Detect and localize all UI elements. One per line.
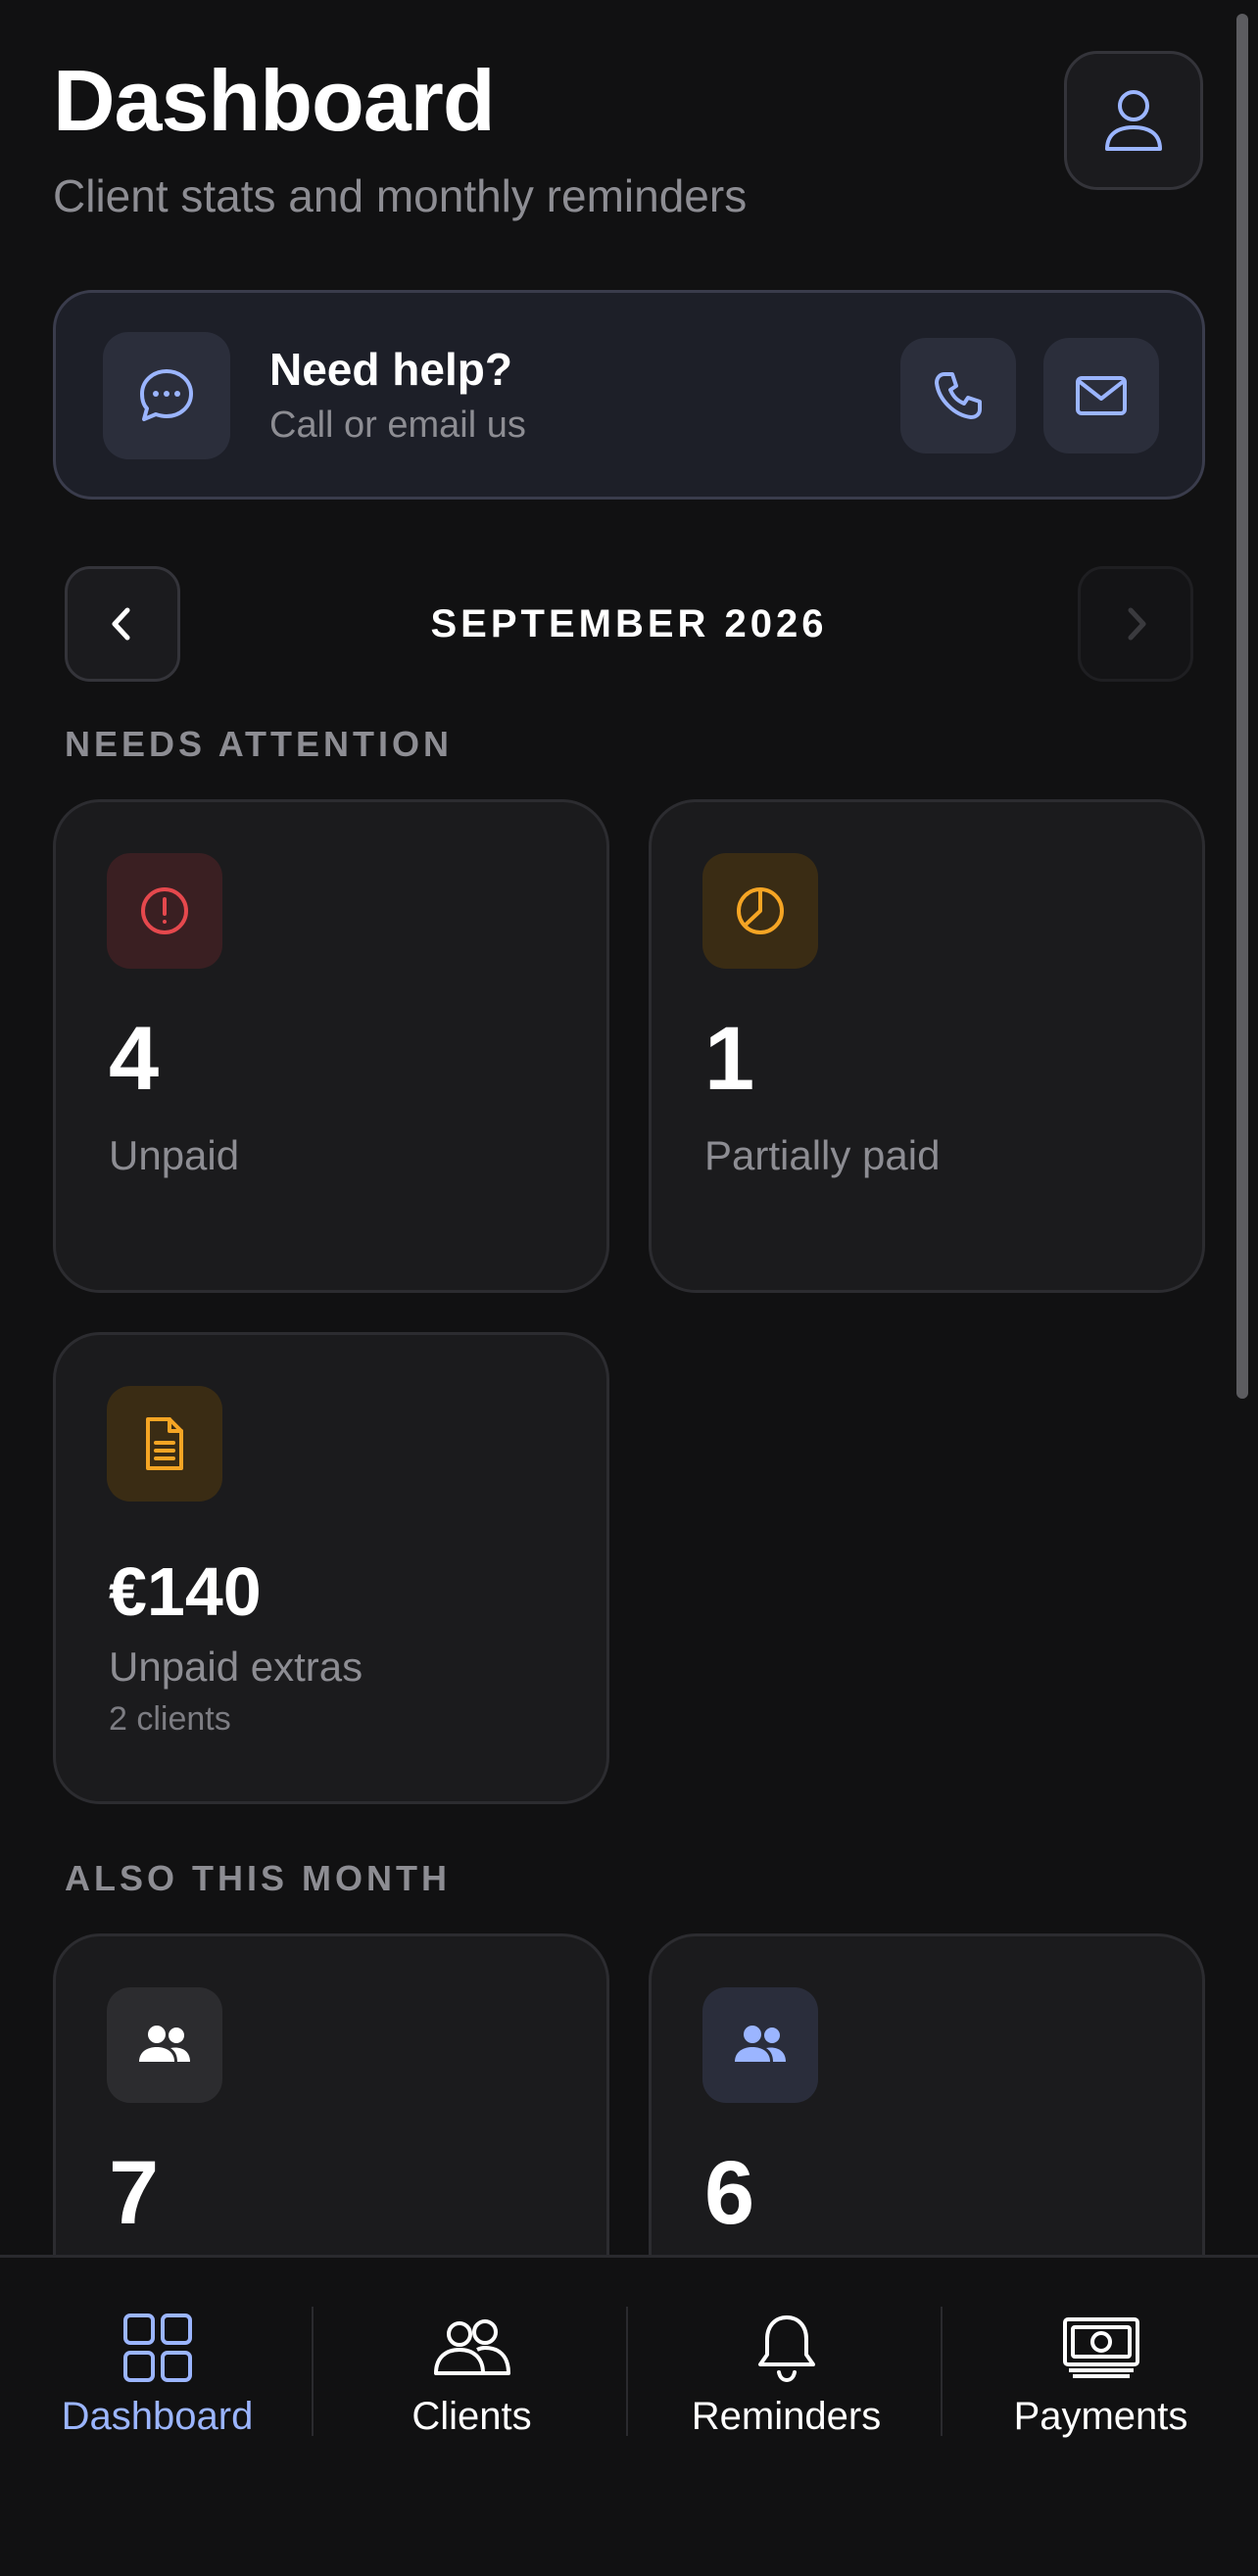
help-card: Need help? Call or email us [53, 290, 1205, 500]
tab-dashboard[interactable]: Dashboard [0, 2258, 314, 2473]
stat-card-unpaid-extras[interactable]: €140 Unpaid extras 2 clients [53, 1332, 609, 1804]
stat-value: 7 [109, 2143, 160, 2243]
user-icon [1105, 90, 1162, 151]
tab-clients[interactable]: Clients [314, 2258, 629, 2473]
mail-icon [1076, 376, 1127, 415]
stat-value: 1 [704, 1009, 755, 1109]
tab-icon-wrap [629, 2309, 944, 2387]
dashboard-screen: Dashboard Client stats and monthly remin… [0, 0, 1258, 2576]
help-icon-box [103, 332, 230, 459]
chevron-right-icon [1128, 607, 1146, 641]
scrollbar[interactable] [1236, 14, 1248, 1399]
call-button[interactable] [900, 338, 1016, 453]
bell-icon [757, 2315, 815, 2382]
phone-icon [935, 372, 982, 419]
profile-button[interactable] [1064, 51, 1203, 190]
pie-chart-icon [737, 887, 784, 934]
stat-icon-box [702, 1987, 818, 2103]
stat-icon-box [107, 1987, 222, 2103]
section-label-also-this-month: ALSO THIS MONTH [65, 1858, 451, 1898]
grid-icon [122, 2314, 192, 2382]
tab-divider [941, 2307, 943, 2436]
stat-label: Unpaid extras [109, 1644, 363, 1690]
stat-card-partially-paid[interactable]: 1 Partially paid [649, 799, 1205, 1293]
help-subtitle: Call or email us [269, 405, 526, 446]
chat-bubble-icon [140, 369, 193, 421]
users-icon [735, 2026, 786, 2062]
tab-label: Reminders [691, 2395, 882, 2438]
help-title: Need help? [269, 344, 512, 395]
next-month-button[interactable] [1078, 566, 1193, 682]
stat-icon-box [107, 1386, 222, 1502]
month-label: SEPTEMBER 2026 [430, 602, 828, 645]
stat-card-unpaid[interactable]: 4 Unpaid [53, 799, 609, 1293]
users-icon [139, 2026, 190, 2062]
tab-reminders[interactable]: Reminders [629, 2258, 944, 2473]
stat-value: 6 [704, 2143, 755, 2243]
page-subtitle: Client stats and monthly reminders [53, 170, 748, 221]
tab-icon-wrap [314, 2309, 629, 2387]
stat-label: Partially paid [704, 1132, 941, 1178]
stat-value: 4 [109, 1009, 160, 1109]
document-icon [146, 1417, 183, 1470]
page-title: Dashboard [53, 52, 496, 149]
stat-sublabel: 2 clients [109, 1700, 231, 1738]
tab-label: Clients [411, 2395, 532, 2438]
tab-icon-wrap [0, 2309, 314, 2387]
stat-value: €140 [109, 1553, 262, 1630]
alert-circle-icon [141, 887, 188, 934]
tab-label: Payments [1013, 2395, 1188, 2438]
tab-payments[interactable]: Payments [944, 2258, 1258, 2473]
bottom-tab-bar: Dashboard Clients Reminders Payments [0, 2255, 1258, 2576]
tab-label: Dashboard [61, 2395, 254, 2438]
section-label-needs-attention: NEEDS ATTENTION [65, 724, 454, 764]
users-outline-icon [433, 2319, 510, 2375]
stat-icon-box [107, 853, 222, 969]
email-button[interactable] [1043, 338, 1159, 453]
stat-icon-box [702, 853, 818, 969]
tab-divider [312, 2307, 314, 2436]
tab-divider [626, 2307, 628, 2436]
banknote-icon [1062, 2317, 1139, 2378]
tab-icon-wrap [944, 2309, 1258, 2387]
stat-label: Unpaid [109, 1132, 240, 1178]
